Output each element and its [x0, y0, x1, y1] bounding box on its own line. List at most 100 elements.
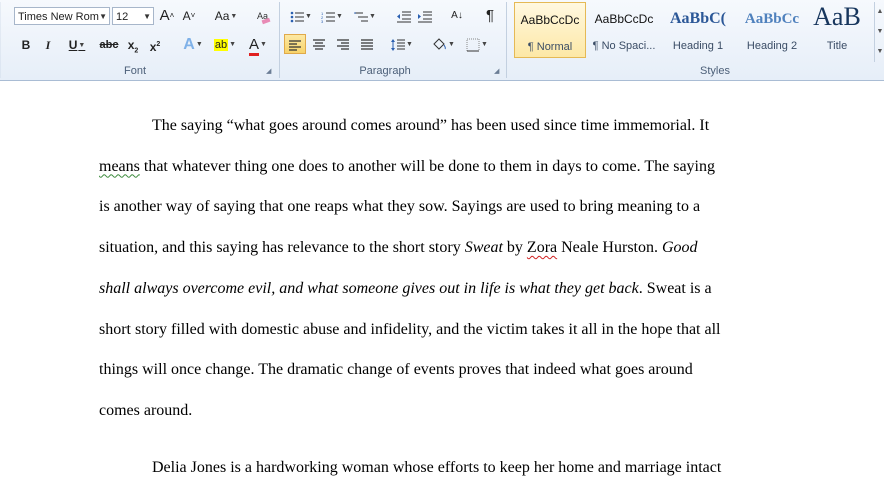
- document-line: comes around.: [99, 402, 192, 420]
- style-preview: AaB: [813, 2, 861, 31]
- change-case-button[interactable]: Aa▼: [212, 6, 240, 26]
- text-run: situation, and this saying has relevance…: [99, 239, 465, 257]
- align-left-button[interactable]: [284, 34, 306, 54]
- chevron-down-icon: ▼: [406, 40, 413, 48]
- style-preview: AaBbCcDc: [520, 13, 580, 27]
- caret-up-icon: ˄: [169, 11, 175, 20]
- shrink-font-label: A: [182, 9, 191, 23]
- italic-button[interactable]: I: [40, 35, 56, 55]
- sort-button[interactable]: A↓: [447, 6, 467, 26]
- chevron-down-icon: ▼: [305, 12, 312, 20]
- style-name: Heading 2: [746, 40, 798, 52]
- style-name: ¶ Normal: [527, 41, 573, 53]
- shading-button[interactable]: ▼: [428, 34, 458, 54]
- style-normal[interactable]: AaBbCcDc ¶ Normal: [514, 2, 586, 58]
- align-right-button[interactable]: [332, 34, 354, 54]
- text-run: Good: [661, 239, 698, 257]
- style-name: Heading 1: [672, 40, 724, 52]
- document-line: things will once change. The dramatic ch…: [99, 361, 693, 379]
- font-dialog-launcher-icon[interactable]: ◢: [266, 68, 273, 75]
- bold-button[interactable]: B: [18, 35, 34, 55]
- subscript-button[interactable]: x2: [124, 35, 142, 55]
- font-size-value: 12: [116, 11, 129, 23]
- font-name-value: Times New Rom: [18, 11, 99, 23]
- more-styles-icon[interactable]: ▼: [875, 42, 884, 62]
- chevron-down-icon[interactable]: ▼: [99, 8, 107, 26]
- paint-bucket-icon: [433, 38, 446, 50]
- style-preview: AaBbC(: [669, 10, 726, 27]
- text-run: Delia Jones is a hardworking woman whose…: [152, 459, 722, 476]
- style-name: Title: [826, 40, 848, 52]
- subscript-mark: 2: [134, 47, 139, 55]
- scroll-up-icon[interactable]: ▲: [875, 2, 884, 22]
- style-no-spacing[interactable]: AaBbCcDc ¶ No Spaci...: [588, 2, 660, 58]
- style-heading-2[interactable]: AaBbCc Heading 2: [736, 2, 808, 58]
- increase-indent-icon: [418, 11, 432, 23]
- chevron-down-icon: ▼: [336, 12, 343, 20]
- font-color-button[interactable]: A▼: [244, 35, 272, 56]
- decrease-indent-button[interactable]: [395, 6, 413, 26]
- caret-down-icon: ˅: [190, 11, 196, 20]
- style-heading-1[interactable]: AaBbC( Heading 1: [662, 2, 734, 58]
- show-marks-button[interactable]: ¶: [481, 6, 499, 26]
- chevron-down-icon: ▼: [229, 41, 237, 49]
- borders-icon: [466, 38, 480, 52]
- grow-font-button[interactable]: A˄: [158, 6, 176, 26]
- change-case-label: Aa: [214, 9, 230, 23]
- chevron-down-icon: ▼: [260, 41, 267, 49]
- italic-label: I: [45, 38, 51, 52]
- style-name: ¶ No Spaci...: [592, 40, 656, 52]
- paragraph-dialog-launcher-icon[interactable]: ◢: [494, 68, 501, 75]
- clear-formatting-button[interactable]: Aa: [254, 6, 274, 26]
- style-preview: AaBbCcDc: [594, 12, 654, 26]
- document-page[interactable]: The saying “what goes around comes aroun…: [0, 81, 884, 494]
- line-spacing-button[interactable]: ▼: [387, 34, 417, 54]
- decrease-indent-icon: [397, 11, 411, 23]
- font-size-combo[interactable]: 12 ▼: [112, 7, 154, 25]
- sort-label: A↓: [451, 10, 463, 21]
- font-name-combo[interactable]: Times New Rom ▼: [14, 7, 110, 25]
- superscript-button[interactable]: x2: [146, 35, 164, 55]
- multilevel-list-button[interactable]: ▼: [350, 6, 380, 26]
- document-line: short story filled with domestic abuse a…: [99, 321, 721, 339]
- highlight-button[interactable]: ab ▼: [210, 35, 240, 55]
- underline-button[interactable]: U▼: [62, 35, 92, 55]
- align-right-icon: [337, 39, 349, 50]
- text-run: comes around.: [99, 401, 193, 419]
- numbering-button[interactable]: 1 2 3 ▼: [318, 6, 346, 26]
- styles-gallery-scroll[interactable]: ▲ ▼ ▼: [874, 2, 884, 62]
- align-center-icon: [313, 39, 325, 50]
- paragraph-group-label: Paragraph: [359, 65, 411, 77]
- text-run: Sweat: [464, 239, 503, 257]
- chevron-down-icon: ▼: [369, 12, 376, 20]
- text-run: by: [502, 239, 527, 257]
- line-spacing-icon: [391, 38, 406, 51]
- chevron-down-icon: ▼: [448, 40, 455, 48]
- justify-button[interactable]: [356, 34, 378, 54]
- align-center-button[interactable]: [308, 34, 330, 54]
- scroll-down-icon[interactable]: ▼: [875, 22, 884, 42]
- text-effects-button[interactable]: A▼: [178, 35, 208, 55]
- text-run: Neale Hurston.: [557, 239, 662, 257]
- divider: [279, 2, 280, 78]
- chevron-down-icon: ▼: [481, 40, 488, 48]
- style-preview: AaBbCc: [744, 11, 800, 27]
- numbering-icon: 123: [321, 11, 336, 23]
- chevron-down-icon: ▼: [78, 41, 86, 49]
- bold-label: B: [21, 38, 31, 52]
- borders-button[interactable]: ▼: [462, 34, 492, 54]
- styles-group-label: Styles: [700, 65, 730, 77]
- style-title[interactable]: AaB Title: [802, 2, 872, 58]
- ribbon: Times New Rom ▼ 12 ▼ A˄ A˅ Aa▼ Aa B I U▼…: [0, 0, 884, 81]
- increase-indent-button[interactable]: [416, 6, 434, 26]
- strikethrough-label: abc: [99, 39, 119, 51]
- shrink-font-button[interactable]: A˅: [180, 6, 198, 26]
- bullets-button[interactable]: ▼: [287, 6, 315, 26]
- text-run: The saying “what goes around comes aroun…: [152, 117, 710, 134]
- text-run: . Sweat is a: [638, 279, 712, 297]
- strikethrough-button[interactable]: abc: [98, 35, 120, 55]
- document-line: is another way of saying that one reaps …: [99, 198, 700, 216]
- document-line: shall always overcome evil, and what som…: [99, 280, 712, 298]
- chevron-down-icon[interactable]: ▼: [143, 8, 151, 26]
- clear-formatting-icon: Aa: [257, 11, 271, 25]
